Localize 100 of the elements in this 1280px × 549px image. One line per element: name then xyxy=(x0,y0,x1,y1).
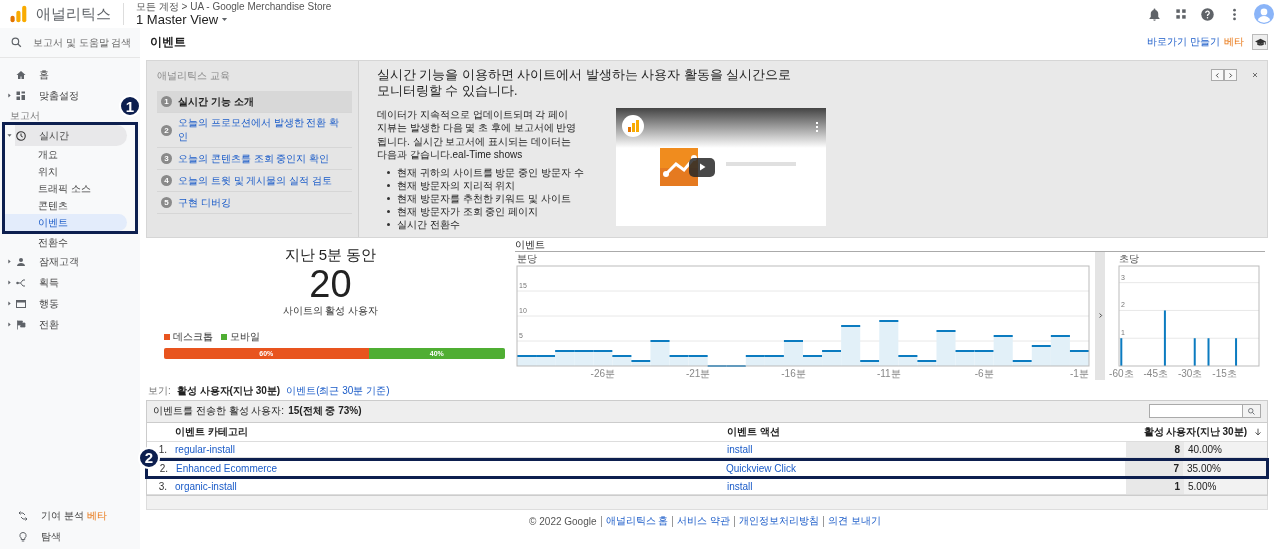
footer-link[interactable]: 서비스 약관 xyxy=(672,516,735,527)
help-icon xyxy=(1200,6,1215,22)
search-field[interactable]: 보고서 및 도움말 검색 xyxy=(33,37,138,48)
x-tick-label: -1분 xyxy=(1070,367,1089,379)
home-icon xyxy=(15,68,27,81)
copyright: © 2022 Google xyxy=(529,516,598,527)
table-cell: 35.00% xyxy=(1183,460,1266,476)
caret-icon xyxy=(5,132,13,139)
person-icon xyxy=(15,255,27,268)
bullet-item: 현재 방문자를 추천한 키워드 및 사이트 xyxy=(387,191,584,205)
nav-subitem[interactable]: 위치 xyxy=(5,163,127,180)
nav-item[interactable]: 행동 xyxy=(15,293,127,314)
table-cell-text: 1. xyxy=(157,442,168,457)
tutorial-step[interactable]: 1 실시간 기능 소개 xyxy=(157,91,352,113)
table-link[interactable]: Enhanced Ecommerce xyxy=(172,460,722,476)
column-header[interactable]: 활성 사용자(지난 30분) xyxy=(1143,424,1247,439)
education-button[interactable] xyxy=(1252,34,1268,50)
bars-logo-icon xyxy=(8,4,28,24)
view-selector[interactable]: 1 Master View xyxy=(136,11,332,27)
beta-label: 베타 xyxy=(86,508,107,523)
summary-title: 지난 5분 동안 xyxy=(284,245,377,265)
sort-arrow-icon xyxy=(1253,426,1263,437)
table-search-field[interactable] xyxy=(1149,404,1261,418)
nav-item[interactable]: 홈 xyxy=(5,64,49,85)
table-cell-text: 2. xyxy=(158,461,169,476)
step-number: 1 xyxy=(161,96,172,107)
x-tick-label: -16분 xyxy=(781,367,806,379)
callout-badge: 2 xyxy=(138,446,160,469)
tutorial-step[interactable]: 4 오늘의 트윗 및 게시물의 실적 검토 xyxy=(157,170,352,192)
caret-icon xyxy=(5,321,13,328)
nav-subitem[interactable]: 전환수 xyxy=(5,234,127,251)
next-button[interactable] xyxy=(1224,69,1237,81)
x-tick-label: -15초 xyxy=(1212,367,1237,379)
tutorial-heading: 실시간 기능을 이용하면 사이트에서 발생하는 사용자 활동을 실시간으로 모니터링할 수 있습니다. xyxy=(377,67,793,100)
chart-title: 초당 xyxy=(1119,252,1139,264)
step-number: 5 xyxy=(161,197,172,208)
bell-icon xyxy=(1147,6,1162,22)
chevron-right-icon xyxy=(1227,71,1234,79)
table-link[interactable]: install xyxy=(723,441,1126,457)
nav-item[interactable]: 잠재고객 xyxy=(15,251,127,272)
nav-item[interactable]: 실시간 xyxy=(15,125,127,146)
shortcut-link[interactable]: 바로가기 만들기 xyxy=(1147,35,1220,49)
nav-subitem[interactable]: 콘텐츠 xyxy=(5,197,127,214)
view-option[interactable]: 활성 사용자(지난 30분) xyxy=(176,383,281,398)
table-cell: 7 xyxy=(1125,460,1183,476)
x-tick-label: -11분 xyxy=(876,367,901,379)
avatar-icon xyxy=(1254,4,1274,24)
step-number: 2 xyxy=(161,124,172,136)
tutorial-step[interactable]: 3 오늘의 콘텐츠를 조회 중인지 확인 xyxy=(157,148,352,170)
breadcrumb[interactable]: 모든 계정 > UA - Google Merchandise Store xyxy=(136,1,332,12)
nav-item[interactable]: 탐색 xyxy=(41,529,61,544)
column-header[interactable]: 이벤트 액션 xyxy=(723,422,1126,441)
chart-title: 분당 xyxy=(517,252,537,264)
caret-icon xyxy=(5,258,13,265)
table-link[interactable]: Quickview Click xyxy=(722,460,1125,476)
clock-icon xyxy=(15,129,27,142)
table-cell-text: 3. xyxy=(157,479,168,494)
nav-subitem[interactable]: 개요 xyxy=(5,146,127,163)
x-tick-label: -60초 xyxy=(1109,367,1134,379)
column-header[interactable]: 이벤트 카테고리 xyxy=(171,422,723,441)
table-link[interactable]: regular-install xyxy=(171,441,723,457)
nav-item[interactable]: 맞춤설정 xyxy=(5,85,79,106)
previous-button[interactable] xyxy=(1211,69,1224,81)
nav-subitem[interactable]: 이벤트 xyxy=(5,214,127,231)
nav-item[interactable]: 획득 xyxy=(15,272,127,293)
flag-icon xyxy=(15,318,27,331)
nav-item[interactable]: 기여 분석 xyxy=(41,508,84,523)
x-tick-label: -21분 xyxy=(685,367,711,379)
footer-link[interactable]: 개인정보처리방침 xyxy=(734,516,824,527)
legend-label: 데스크톱 xyxy=(173,330,213,345)
search-icon xyxy=(10,36,23,49)
arrows-icon xyxy=(17,509,29,522)
view-option[interactable]: 이벤트(최근 30분 기준) xyxy=(286,383,390,398)
chevron-left-icon xyxy=(1214,71,1221,79)
grid-icon xyxy=(15,89,27,102)
summary-text: 이벤트를 전송한 활성 사용자: 15(전체 중 73%) xyxy=(153,404,362,418)
x-tick-label: -6분 xyxy=(974,367,994,379)
footer-link[interactable]: 애널리틱스 홈 xyxy=(600,516,673,527)
search-icon xyxy=(1247,406,1256,416)
section-label: 보고서 xyxy=(10,110,40,121)
footer-link[interactable]: 의견 보내기 xyxy=(823,516,885,527)
tutorial-step[interactable]: 5 구현 디버깅 xyxy=(157,192,352,214)
panel-title: 애널리틱스 교육 xyxy=(157,69,231,83)
x-tick-label: -26분 xyxy=(590,367,616,379)
legend-label: 모바일 xyxy=(230,330,260,345)
search-button[interactable] xyxy=(1242,405,1260,417)
active-user-count: 20 xyxy=(309,264,352,305)
chart-heading: 이벤트 xyxy=(515,237,1265,252)
view-label: 보기: xyxy=(148,383,171,398)
x-tick-label: -30초 xyxy=(1177,367,1203,379)
step-number: 4 xyxy=(161,175,172,186)
table-link[interactable]: install xyxy=(723,478,1126,494)
close-button[interactable] xyxy=(1251,71,1259,79)
x-tick-label: -45초 xyxy=(1143,367,1168,379)
bullet-item: 실시간 전환수 xyxy=(387,217,584,231)
caret-icon xyxy=(5,92,13,99)
nav-item[interactable]: 전환 xyxy=(15,314,127,335)
table-link[interactable]: organic-install xyxy=(171,478,723,494)
nav-subitem[interactable]: 트래픽 소스 xyxy=(5,180,127,197)
bullet-item: 현재 방문자의 지리적 위치 xyxy=(387,178,584,192)
